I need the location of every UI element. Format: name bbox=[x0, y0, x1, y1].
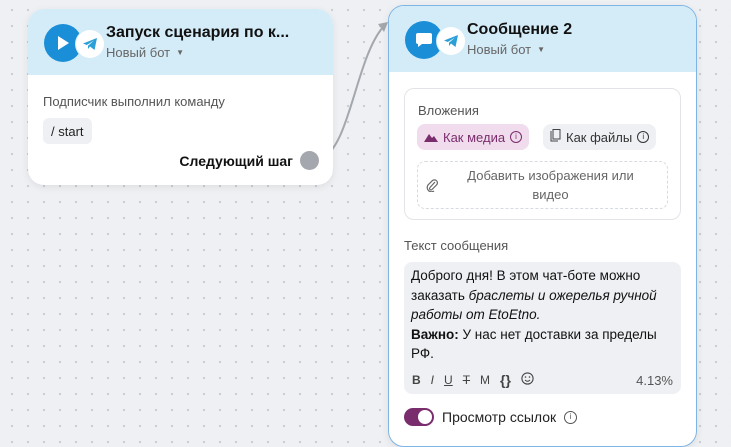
caret-down-icon: ▼ bbox=[537, 45, 546, 54]
as-media-toggle[interactable]: Как медиа i bbox=[417, 124, 530, 150]
add-media-dropzone[interactable]: Добавить изображения или видео bbox=[417, 161, 668, 209]
italic-button[interactable]: I bbox=[431, 373, 434, 387]
bold-button[interactable]: B bbox=[412, 373, 421, 387]
message-editor[interactable]: Доброго дня! В этом чат-боте можно заказ… bbox=[404, 262, 681, 394]
caret-down-icon: ▼ bbox=[176, 48, 185, 57]
message-line: Доброго дня! В этом чат-боте можно bbox=[411, 268, 641, 283]
message-node[interactable]: Сообщение 2 Новый бот ▼ Вложения Как мед… bbox=[388, 5, 697, 447]
attachments-panel: Вложения Как медиа i Как файлы i Добавит… bbox=[404, 88, 681, 220]
trigger-node-header[interactable]: Запуск сценария по к... Новый бот ▼ bbox=[28, 9, 333, 75]
bot-name: Новый бот bbox=[106, 45, 171, 60]
info-icon[interactable]: i bbox=[510, 131, 523, 143]
add-media-line2: видео bbox=[532, 187, 569, 202]
format-toolbar: B I U T M {} bbox=[412, 372, 534, 388]
add-media-line1: Добавить изображения или bbox=[467, 168, 634, 183]
message-line: РФ. bbox=[411, 346, 434, 361]
as-files-toggle[interactable]: Как файлы i bbox=[543, 124, 657, 150]
info-icon[interactable]: i bbox=[637, 131, 650, 143]
next-step-port[interactable] bbox=[300, 151, 319, 170]
strikethrough-button[interactable]: T bbox=[463, 373, 470, 387]
link-preview-toggle[interactable] bbox=[404, 408, 434, 426]
message-text-label: Текст сообщения bbox=[404, 238, 509, 253]
link-preview-label: Просмотр ссылок bbox=[442, 409, 557, 425]
paperclip-icon bbox=[426, 178, 438, 197]
telegram-icon bbox=[437, 27, 465, 55]
emoji-icon[interactable] bbox=[521, 372, 534, 388]
char-usage-counter: 4.13% bbox=[636, 373, 673, 388]
node-title: Запуск сценария по к... bbox=[106, 24, 290, 41]
message-text[interactable]: Доброго дня! В этом чат-боте можно заказ… bbox=[411, 266, 673, 364]
message-line: работы от EtoEtno. bbox=[411, 307, 541, 322]
message-line: заказать браслеты и ожерелья ручной bbox=[411, 287, 657, 303]
message-line: Важно: У нас нет доставки за пределы bbox=[411, 326, 657, 342]
trigger-condition: Подписчик выполнил команду bbox=[43, 94, 225, 109]
bot-name: Новый бот bbox=[467, 42, 532, 57]
attachments-label: Вложения bbox=[418, 103, 479, 118]
file-icon bbox=[550, 129, 561, 145]
monospace-button[interactable]: M bbox=[480, 373, 490, 387]
link-preview-row: Просмотр ссылок i bbox=[404, 408, 578, 426]
trigger-node[interactable]: Запуск сценария по к... Новый бот ▼ Подп… bbox=[28, 9, 333, 185]
info-icon[interactable]: i bbox=[564, 410, 578, 424]
telegram-icon bbox=[76, 30, 104, 58]
image-icon bbox=[424, 130, 438, 145]
message-node-header[interactable]: Сообщение 2 Новый бот ▼ bbox=[389, 6, 696, 72]
bot-selector[interactable]: Новый бот ▼ bbox=[106, 45, 289, 60]
as-media-label: Как медиа bbox=[443, 129, 506, 145]
as-files-label: Как файлы bbox=[566, 129, 633, 145]
underline-button[interactable]: U bbox=[444, 373, 453, 387]
command-chip[interactable]: / start bbox=[43, 118, 92, 144]
code-button[interactable]: {} bbox=[500, 372, 511, 388]
bot-selector[interactable]: Новый бот ▼ bbox=[467, 42, 572, 57]
next-step-label: Следующий шаг bbox=[179, 153, 293, 169]
node-title: Сообщение 2 bbox=[467, 21, 573, 38]
